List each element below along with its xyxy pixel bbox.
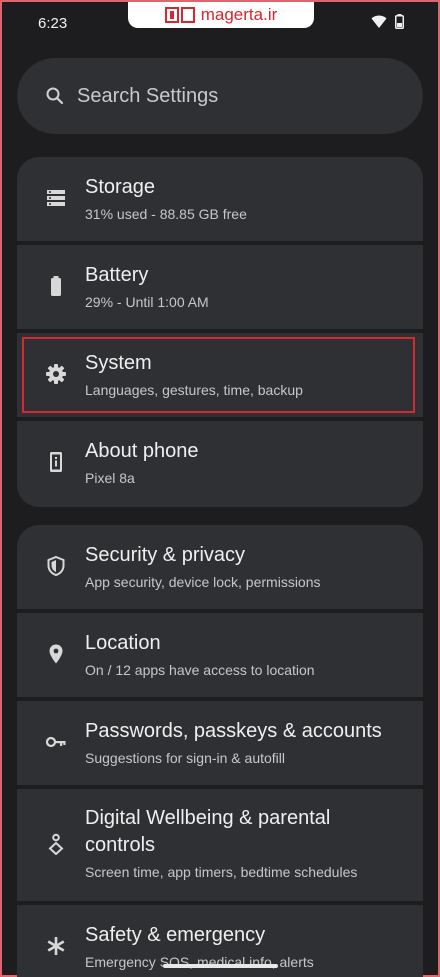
item-subtitle: Suggestions for sign-in & autofill — [85, 750, 285, 766]
item-subtitle: On / 12 apps have access to location — [85, 662, 315, 678]
search-placeholder: Search Settings — [77, 84, 219, 107]
item-title: Security & privacy — [85, 544, 246, 566]
gesture-nav-bar[interactable] — [163, 964, 278, 968]
item-title: Passwords, passkeys & accounts — [85, 720, 382, 742]
settings-item-security-privacy[interactable]: Security & privacy App security, device … — [17, 525, 423, 609]
item-title: Location — [85, 632, 161, 654]
status-time: 6:23 — [38, 15, 68, 32]
item-subtitle: 29% - Until 1:00 AM — [85, 294, 209, 310]
book-icon — [164, 7, 195, 23]
item-subtitle: App security, device lock, permissions — [85, 574, 321, 590]
item-title: About phone — [85, 440, 199, 462]
settings-group-device: Storage 31% used - 88.85 GB free Battery… — [17, 157, 423, 507]
item-title: Storage — [85, 176, 156, 198]
watermark-text: magerta.ir — [200, 5, 278, 24]
status-icons — [371, 14, 404, 29]
settings-item-about-phone[interactable]: About phone Pixel 8a — [17, 421, 423, 507]
item-subtitle: Pixel 8a — [85, 470, 135, 486]
wifi-icon — [371, 15, 387, 28]
shield-icon — [47, 555, 65, 577]
battery-icon — [51, 276, 61, 296]
search-icon — [46, 87, 64, 105]
storage-icon — [47, 190, 65, 206]
search-bar[interactable]: Search Settings — [17, 58, 423, 134]
settings-item-storage[interactable]: Storage 31% used - 88.85 GB free — [17, 157, 423, 241]
location-pin-icon — [49, 644, 63, 664]
item-title: Safety & emergency — [85, 924, 266, 946]
highlight-box — [22, 337, 415, 413]
settings-item-location[interactable]: Location On / 12 apps have access to loc… — [17, 613, 423, 697]
wellbeing-icon — [48, 833, 64, 855]
settings-item-digital-wellbeing[interactable]: Digital Wellbeing & parental controls Sc… — [17, 789, 423, 901]
item-title-line1: Digital Wellbeing & parental — [85, 807, 331, 829]
asterisk-icon — [47, 937, 65, 955]
watermark-logo: magerta.ir — [128, 2, 314, 28]
settings-group-privacy: Security & privacy App security, device … — [17, 525, 423, 977]
settings-item-passwords-accounts[interactable]: Passwords, passkeys & accounts Suggestio… — [17, 701, 423, 785]
battery-status-icon — [395, 14, 404, 29]
key-icon — [45, 736, 66, 748]
item-subtitle: Screen time, app timers, bedtime schedul… — [85, 864, 358, 880]
item-title-line2: controls — [85, 834, 156, 856]
settings-item-battery[interactable]: Battery 29% - Until 1:00 AM — [17, 245, 423, 329]
phone-info-icon — [50, 452, 62, 472]
item-subtitle: 31% used - 88.85 GB free — [85, 206, 247, 222]
item-title: Battery — [85, 264, 149, 286]
